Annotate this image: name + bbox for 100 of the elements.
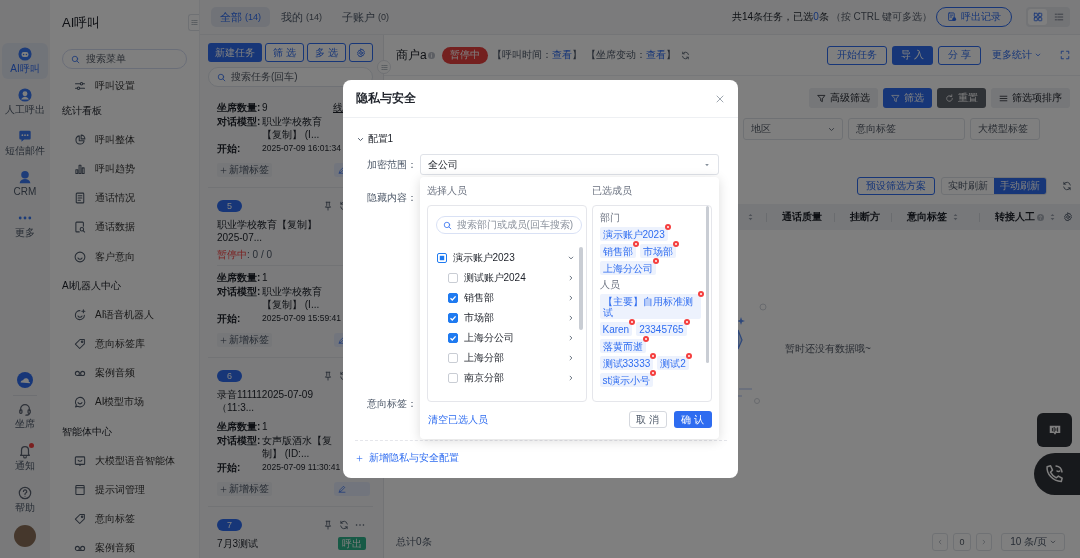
nav-rail-item[interactable]: 短信邮件 bbox=[2, 125, 48, 161]
add-tag-button[interactable]: 新增标签 bbox=[217, 163, 272, 177]
remove-icon[interactable] bbox=[664, 224, 671, 230]
tree-item[interactable]: 上海分公司 bbox=[436, 328, 586, 348]
selected-member-tag[interactable]: Karen bbox=[599, 322, 633, 336]
menu-item[interactable]: 客户意向 bbox=[62, 241, 187, 272]
menu-item[interactable]: 呼叫整体 bbox=[62, 125, 187, 155]
selected-member-tag[interactable]: st演示小号 bbox=[599, 373, 654, 387]
task-scope-tab[interactable]: 子账户 (0) bbox=[333, 7, 399, 27]
column-header[interactable]: 意向标签 bbox=[891, 204, 979, 230]
pin-icon[interactable] bbox=[323, 201, 333, 211]
advanced-filter-button[interactable]: 高级筛选 bbox=[809, 88, 878, 108]
task-scope-tab[interactable]: 我的 (14) bbox=[272, 7, 332, 27]
checkbox[interactable] bbox=[447, 353, 458, 363]
scope-select[interactable]: 全公司 bbox=[419, 154, 719, 175]
intent-tag-field[interactable]: 意向标签 bbox=[848, 118, 965, 140]
voice-assistant-button[interactable] bbox=[1037, 413, 1072, 447]
page-button[interactable]: 0 bbox=[953, 533, 971, 551]
clear-selection-link[interactable]: 清空已选人员 bbox=[426, 412, 488, 427]
add-tag-button[interactable]: 新增标签 bbox=[217, 482, 272, 496]
close-button[interactable] bbox=[715, 94, 724, 103]
more-stats-dropdown[interactable]: 更多统计 bbox=[986, 45, 1045, 65]
import-button[interactable]: 导 入 bbox=[892, 45, 934, 65]
nav-rail-item[interactable]: CRM bbox=[2, 166, 48, 202]
checkbox[interactable] bbox=[447, 373, 458, 383]
menu-item[interactable]: 大模型语音智能体 bbox=[62, 446, 187, 476]
refresh-icon[interactable] bbox=[339, 520, 349, 530]
selected-member-tag[interactable]: 23345765 bbox=[636, 322, 687, 336]
filter-button[interactable]: 筛 选 bbox=[265, 43, 304, 62]
fullscreen-icon[interactable] bbox=[1060, 50, 1070, 60]
nav-rail-item[interactable]: 通知 bbox=[15, 444, 35, 472]
help-icon[interactable] bbox=[1037, 213, 1044, 221]
nav-rail-item[interactable]: 帮助 bbox=[15, 486, 35, 514]
selected-member-tag[interactable]: 销售部 bbox=[599, 244, 636, 258]
chevron-right-icon[interactable] bbox=[567, 335, 574, 341]
phone-assistant-button[interactable] bbox=[1034, 453, 1080, 495]
menu-item[interactable]: 案例音频 bbox=[62, 533, 187, 558]
task-title[interactable]: 职业学校教育【复制】2025-07... bbox=[217, 218, 340, 244]
remove-icon[interactable] bbox=[652, 258, 659, 264]
selected-member-tag[interactable]: 演示账户2023 bbox=[599, 227, 668, 241]
text-link[interactable]: 线 bbox=[333, 101, 343, 115]
logo-icon[interactable] bbox=[17, 372, 33, 388]
remove-icon[interactable] bbox=[685, 353, 692, 359]
refresh-icon[interactable] bbox=[680, 50, 690, 60]
remove-icon[interactable] bbox=[672, 241, 679, 247]
chevron-down-icon[interactable] bbox=[567, 255, 574, 261]
chevron-right-icon[interactable] bbox=[567, 375, 574, 381]
chevron-right-icon[interactable] bbox=[567, 355, 574, 361]
checkbox[interactable] bbox=[447, 313, 458, 323]
tree-item[interactable]: 演示账户2023 bbox=[436, 248, 586, 268]
tree-item[interactable]: 市场部 bbox=[436, 308, 586, 328]
sort-icon[interactable] bbox=[953, 213, 958, 221]
share-button[interactable]: 分 享 bbox=[938, 45, 981, 65]
selected-member-tag[interactable]: 测试2 bbox=[657, 356, 689, 370]
tree-item[interactable]: 南京分部 bbox=[436, 368, 586, 388]
info-icon[interactable] bbox=[427, 51, 435, 59]
sort-icon[interactable] bbox=[748, 213, 753, 221]
refresh-mode-option[interactable]: 手动刷新 bbox=[994, 178, 1046, 194]
user-avatar[interactable] bbox=[14, 525, 36, 547]
menu-item[interactable]: AI语音机器人 bbox=[62, 300, 187, 330]
nav-rail-item[interactable]: 人工呼出 bbox=[2, 84, 48, 120]
remove-icon[interactable] bbox=[629, 319, 636, 325]
sort-filters-button[interactable]: 筛选项排序 bbox=[991, 88, 1070, 108]
pin-icon[interactable] bbox=[323, 371, 333, 381]
checkbox[interactable] bbox=[447, 333, 458, 343]
selected-member-tag[interactable]: 落黄而逝 bbox=[599, 339, 646, 353]
tree-item[interactable]: 测试账户2024 bbox=[436, 268, 586, 288]
selected-member-tag[interactable]: 测试33333 bbox=[599, 356, 654, 370]
tree-item[interactable]: 销售部 bbox=[436, 288, 586, 308]
sort-icon[interactable] bbox=[1050, 213, 1055, 221]
menu-item[interactable]: 意向标签库 bbox=[62, 329, 187, 359]
new-task-button[interactable]: 新建任务 bbox=[208, 43, 262, 62]
filter-button[interactable]: 筛选 bbox=[883, 88, 932, 108]
column-header[interactable]: 转接人工 bbox=[979, 204, 1055, 230]
add-tag-button[interactable]: 新增标签 bbox=[217, 333, 272, 347]
region-select[interactable]: 地区 bbox=[743, 118, 843, 140]
menu-item[interactable]: 提示词管理 bbox=[62, 475, 187, 505]
task-scope-tab[interactable]: 全部 (14) bbox=[211, 7, 270, 27]
edit-button[interactable] bbox=[334, 482, 370, 496]
menu-item[interactable]: 通话数据 bbox=[62, 212, 187, 242]
selected-member-tag[interactable]: 上海分公司 bbox=[599, 261, 656, 275]
menu-item[interactable]: 案例音频 bbox=[62, 358, 187, 388]
view-link[interactable]: 查看 bbox=[551, 49, 572, 60]
chevron-right-icon[interactable] bbox=[567, 275, 574, 281]
menu-item[interactable]: AI模型市场 bbox=[62, 387, 187, 418]
menu-item[interactable]: 呼叫设置 bbox=[62, 76, 187, 96]
chevron-down-icon[interactable] bbox=[356, 135, 364, 143]
view-link[interactable]: 查看 bbox=[645, 49, 666, 60]
refresh-mode-option[interactable]: 实时刷新 bbox=[942, 178, 994, 194]
start-task-button[interactable]: 开始任务 bbox=[827, 45, 888, 65]
config-title[interactable]: 配置1 bbox=[367, 132, 394, 146]
selected-member-tag[interactable]: 【主要】自用标准测试 bbox=[599, 294, 701, 319]
menu-item[interactable]: 通话情况 bbox=[62, 183, 187, 213]
remove-icon[interactable] bbox=[650, 370, 657, 376]
refresh-icon[interactable] bbox=[1062, 181, 1072, 191]
task-title[interactable]: 7月3测试 bbox=[217, 537, 259, 550]
task-title[interactable]: 录音111112025-07-09（11:3... bbox=[217, 388, 340, 414]
selected-member-tag[interactable]: 市场部 bbox=[639, 244, 676, 258]
nav-rail-item[interactable]: 更多 bbox=[2, 207, 48, 243]
nav-rail-item[interactable]: AI呼叫 bbox=[2, 43, 48, 79]
